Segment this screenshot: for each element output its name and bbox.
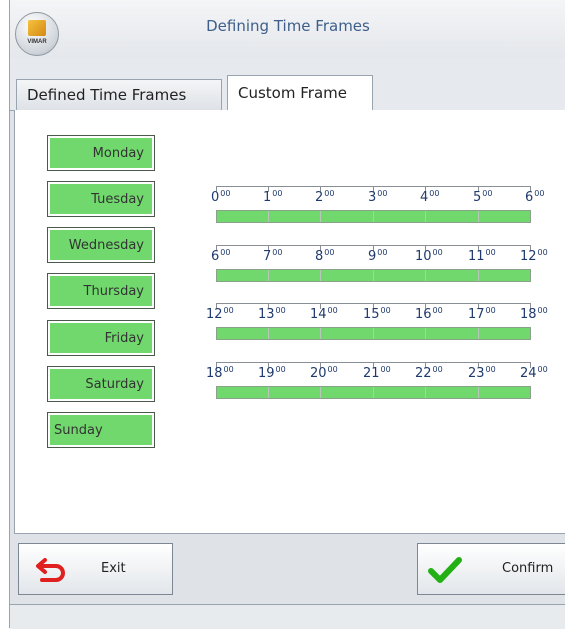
timeline-tick-label: 1400 bbox=[310, 306, 338, 322]
timeline-tick-label: 600 bbox=[211, 248, 231, 264]
day-button-tuesday[interactable]: Tuesday bbox=[47, 181, 155, 217]
timeline-tick-label: 000 bbox=[211, 189, 231, 205]
window: VIMAR Defining Time Frames Defined Time … bbox=[9, 0, 565, 629]
confirm-button[interactable]: Confirm bbox=[417, 543, 565, 595]
confirm-button-label: Confirm bbox=[502, 561, 554, 576]
time-frame-bar[interactable] bbox=[216, 210, 531, 223]
timeline-tick-label: 1100 bbox=[468, 248, 496, 264]
timeline-tick-label: 1800 bbox=[206, 365, 234, 381]
day-button-monday[interactable]: Monday bbox=[47, 135, 155, 171]
logo-text: VIMAR bbox=[27, 39, 47, 45]
hour-divider bbox=[268, 328, 269, 339]
hour-divider bbox=[268, 211, 269, 222]
timeline-tick-label: 300 bbox=[368, 189, 388, 205]
timeline-tick-label: 200 bbox=[315, 189, 335, 205]
title-bar: VIMAR Defining Time Frames bbox=[10, 0, 565, 58]
hour-divider bbox=[425, 328, 426, 339]
hour-divider bbox=[478, 270, 479, 281]
hour-divider bbox=[373, 211, 374, 222]
hour-divider bbox=[320, 387, 321, 398]
timeline-tick-label: 1800 bbox=[520, 306, 548, 322]
hour-divider bbox=[478, 328, 479, 339]
exit-button-label: Exit bbox=[101, 561, 126, 576]
checkmark-icon bbox=[428, 557, 462, 583]
timeline-tick-label: 2400 bbox=[520, 365, 548, 381]
timeline-tick-label: 2200 bbox=[415, 365, 443, 381]
timeline-tick-label: 1900 bbox=[258, 365, 286, 381]
hour-divider bbox=[268, 270, 269, 281]
timeline-tick-label: 500 bbox=[473, 189, 493, 205]
tab-custom-frame[interactable]: Custom Frame bbox=[227, 75, 373, 111]
tab-defined-time-frames[interactable]: Defined Time Frames bbox=[16, 79, 222, 111]
timeline-tick-label: 100 bbox=[263, 189, 283, 205]
hour-divider bbox=[320, 270, 321, 281]
timeline-tick-label: 2300 bbox=[468, 365, 496, 381]
timeline-tick-label: 800 bbox=[315, 248, 335, 264]
timeline-tick-label: 700 bbox=[263, 248, 283, 264]
hour-divider bbox=[478, 387, 479, 398]
timeline-row: 1800 1900 2000 2100 2200 2300 2400 bbox=[205, 361, 548, 411]
timeline-tick-label: 1300 bbox=[258, 306, 286, 322]
day-button-thursday[interactable]: Thursday bbox=[47, 273, 155, 309]
time-frame-bar[interactable] bbox=[216, 327, 531, 340]
day-button-friday[interactable]: Friday bbox=[47, 320, 155, 356]
hour-divider bbox=[268, 387, 269, 398]
status-bar bbox=[10, 604, 565, 629]
timeline-tick-label: 400 bbox=[420, 189, 440, 205]
hour-divider bbox=[425, 387, 426, 398]
hour-divider bbox=[373, 270, 374, 281]
day-button-saturday[interactable]: Saturday bbox=[47, 366, 155, 402]
time-frame-bar[interactable] bbox=[216, 269, 531, 282]
hour-divider bbox=[320, 328, 321, 339]
timeline-tick-label: 600 bbox=[525, 189, 545, 205]
timeline-tick-label: 2000 bbox=[310, 365, 338, 381]
timeline-tick-label: 1200 bbox=[206, 306, 234, 322]
hour-divider bbox=[373, 387, 374, 398]
timeline-row: 000 100 200 300 400 500 600 bbox=[205, 185, 545, 235]
hour-divider bbox=[425, 270, 426, 281]
day-button-wednesday[interactable]: Wednesday bbox=[47, 227, 155, 263]
timeline-tick-label: 1700 bbox=[468, 306, 496, 322]
day-button-sunday[interactable]: Sunday bbox=[47, 412, 155, 448]
window-title: Defining Time Frames bbox=[206, 17, 370, 35]
timeline-tick-label: 900 bbox=[368, 248, 388, 264]
timeline-tick-label: 1200 bbox=[520, 248, 548, 264]
timeline-tick-label: 1500 bbox=[363, 306, 391, 322]
back-arrow-icon bbox=[36, 558, 65, 582]
hour-divider bbox=[320, 211, 321, 222]
custom-frame-panel: Monday Tuesday Wednesday Thursday Friday… bbox=[14, 110, 565, 534]
timeline-tick-label: 1600 bbox=[415, 306, 443, 322]
time-frame-bar[interactable] bbox=[216, 386, 531, 399]
exit-button[interactable]: Exit bbox=[18, 543, 173, 595]
timeline-tick-label: 1000 bbox=[415, 248, 443, 264]
tab-strip: Defined Time Frames Custom Frame bbox=[10, 58, 565, 111]
timeline-row: 600 700 800 900 1000 1100 1200 bbox=[205, 244, 548, 294]
hour-divider bbox=[425, 211, 426, 222]
timeline-tick-label: 2100 bbox=[363, 365, 391, 381]
timeline-row: 1200 1300 1400 1500 1600 1700 1800 bbox=[205, 302, 548, 352]
hour-divider bbox=[478, 211, 479, 222]
hour-divider bbox=[373, 328, 374, 339]
footer: Exit Confirm bbox=[10, 534, 565, 604]
